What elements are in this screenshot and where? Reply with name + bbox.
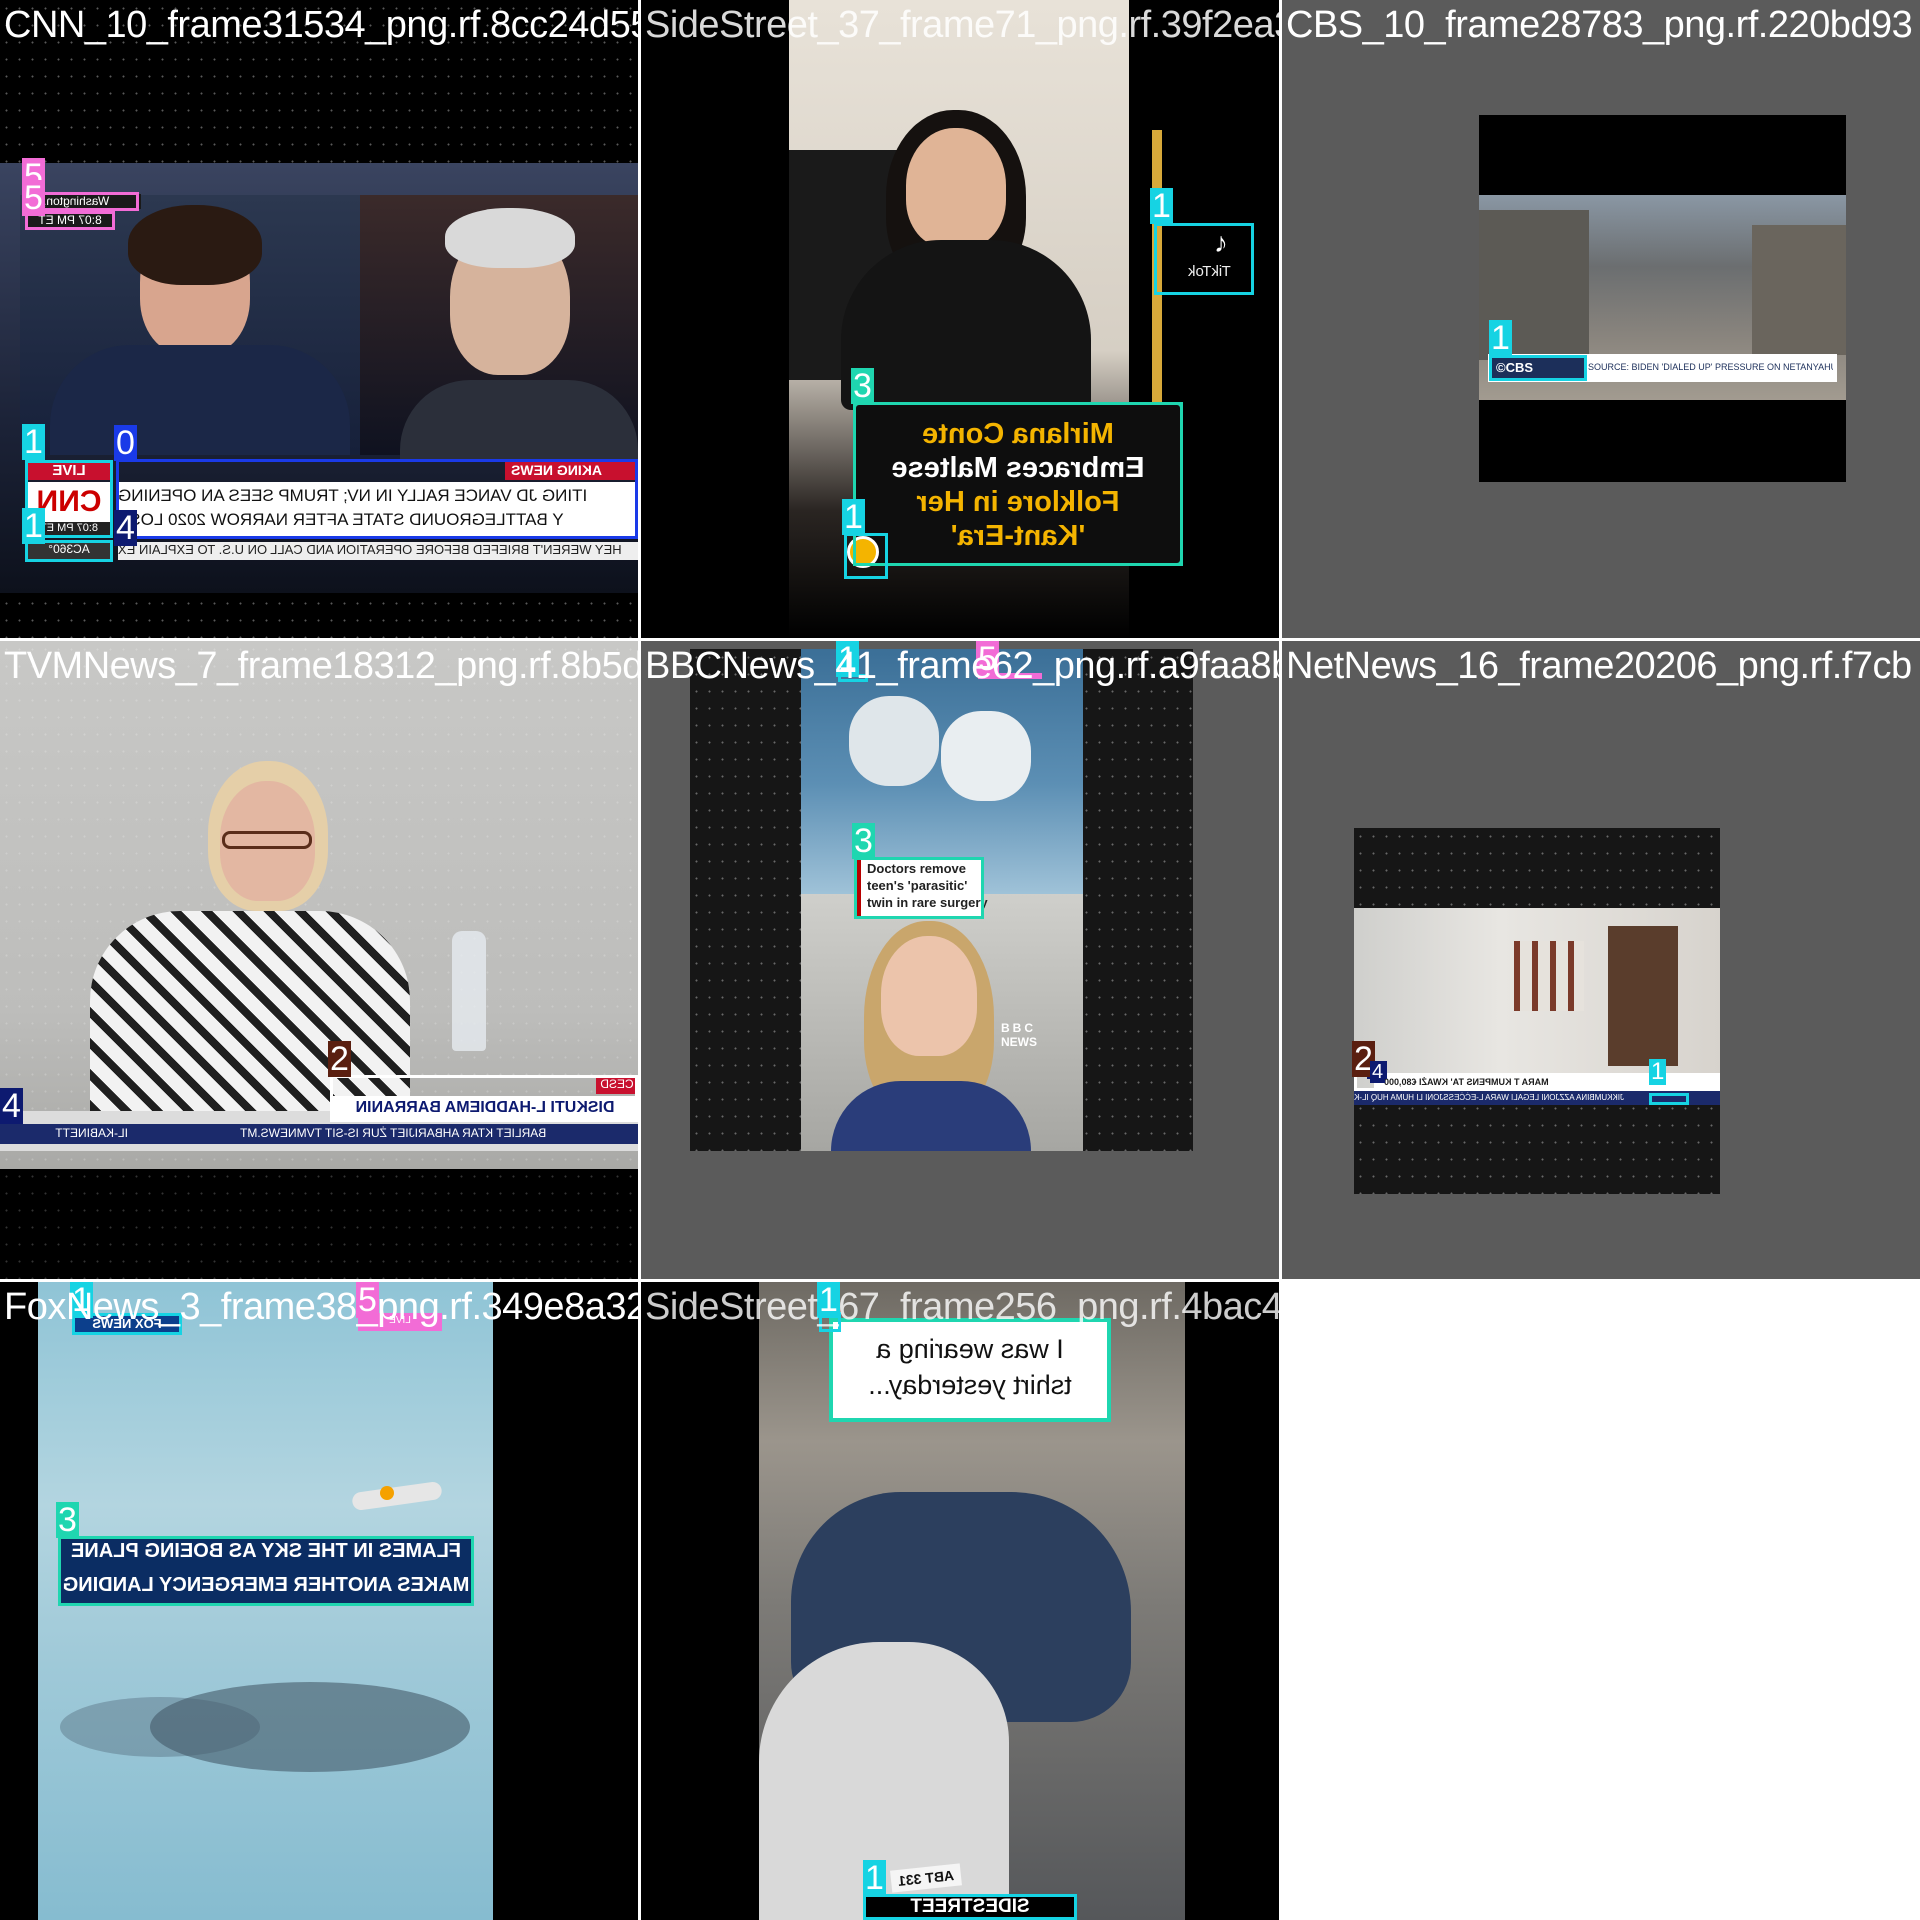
ticker-bar: HEY WEREN'T BRIEFED BEFORE OPERATION AND… [118, 542, 638, 560]
bbox-3-caption [853, 402, 1183, 566]
woman-body [841, 240, 1091, 410]
label-5b: 5 [22, 179, 45, 217]
tile-title: TVMNews_7_frame18312_png.rf.8b5d3d0c1e [4, 645, 638, 687]
anchor-right-hair [445, 208, 575, 268]
label-1b: 1 [842, 498, 865, 536]
label-1: 1 [1489, 319, 1512, 357]
bbox-3-headline [58, 1536, 474, 1606]
label-4: 4 [1370, 1061, 1386, 1083]
tile-title: BBCNews_41_frame62_png.rf.a9faa8bc13cb3 [645, 645, 1279, 687]
label-3: 3 [56, 1501, 79, 1539]
tile-title: CNN_10_frame31534_png.rf.8cc24d553fe5983 [4, 4, 638, 46]
label-2: 2 [328, 1040, 351, 1078]
tile-title: SideStreet_37_frame71_png.rf.39f2ea3be9 [645, 4, 1279, 46]
glove-left [849, 696, 939, 786]
airplane-flame-icon [380, 1486, 394, 1500]
label-1: 1 [1649, 1058, 1667, 1085]
mosaic-tile-sidestreet-37: ♪ TikTok Mirlana Conte Embraces Maltese … [641, 0, 1279, 638]
bbc-logo-line-1: BBC [1001, 1021, 1036, 1035]
ticker-text: BARLIET KTAR AHBARIJIET ŻUR IS-SIT TVMNE… [240, 1126, 547, 1140]
glasses-icon [222, 831, 312, 849]
anchor-right-body [400, 380, 638, 460]
glove-right [941, 711, 1031, 801]
presenter-face [881, 936, 977, 1056]
windows [1514, 941, 1584, 1011]
tile-title: SideStreet_67_frame256_png.rf.4bac40c1be [645, 1286, 1279, 1328]
label-4: 4 [114, 509, 137, 547]
label-1a: 1 [22, 423, 45, 461]
caption-line-2: tshirt yesterday... [868, 1370, 1072, 1400]
door [1608, 926, 1678, 1066]
bbox-3-caption [854, 857, 984, 919]
anchor-left-hair [128, 205, 262, 285]
bbox-1-tag [1649, 1093, 1689, 1105]
mosaic-tile-tvmnews: CESD DISKUTI L-HADDIEMA BARRANIN BARLIET… [0, 641, 638, 1279]
bbox-1-brand [863, 1894, 1077, 1920]
label-1b: 1 [22, 507, 45, 545]
caption-line-1: I was wearing a [876, 1334, 1064, 1364]
mosaic-tile-cnn: Washington, D 8:07 PM ET LIVE CNN AKING … [0, 0, 638, 638]
label-3: 3 [851, 367, 874, 405]
bbox-1-logo [1489, 355, 1587, 381]
bbox-2-headline [330, 1075, 638, 1122]
building-right [1752, 225, 1846, 355]
mosaic-tile-sidestreet-67: ABT 331 I was wearing a tshirt yesterday… [641, 1282, 1279, 1920]
label-4: 4 [0, 1087, 23, 1125]
label-0: 0 [114, 424, 137, 462]
label-1b: 1 [863, 1859, 886, 1897]
tile-title: FoxNews_3_frame38_png.rf.349e8a32de6 [4, 1286, 638, 1328]
anchor-left-body [50, 345, 350, 455]
bbc-logo: BBC NEWS [1001, 1021, 1043, 1049]
mosaic-tile-cbs: ©CBS SOURCE: BIDEN 'DIALED UP' PRESSURE … [1282, 0, 1920, 638]
mosaic-tile-netnews: MARA T KUMPENS TA' KWAŻI €80,000 JIKKUMB… [1282, 641, 1920, 1279]
bottle [452, 931, 486, 1051]
mosaic-tile-foxnews: FOX NEWS LIVE FLAMES IN THE SKY AS BOEIN… [0, 1282, 638, 1920]
woman-face [906, 128, 1006, 248]
bbox-1-tiktok [1154, 223, 1254, 295]
label-1a: 1 [1150, 187, 1173, 225]
bbox-0-headline [116, 459, 638, 539]
bbox-1-logo [844, 533, 888, 579]
bbc-logo-line-2: NEWS [1001, 1035, 1037, 1049]
tile-title: CBS_10_frame28783_png.rf.220bd93 [1286, 4, 1913, 46]
label-3: 3 [852, 822, 875, 860]
cloud-2 [60, 1697, 260, 1757]
ticker-right: IL-KABINETT [55, 1126, 128, 1140]
tile-title: NetNews_16_frame20206_png.rf.f7cb [1286, 645, 1912, 687]
mosaic-tile-bbcnews: Doctors remove teen's 'parasitic' twin i… [641, 641, 1279, 1279]
